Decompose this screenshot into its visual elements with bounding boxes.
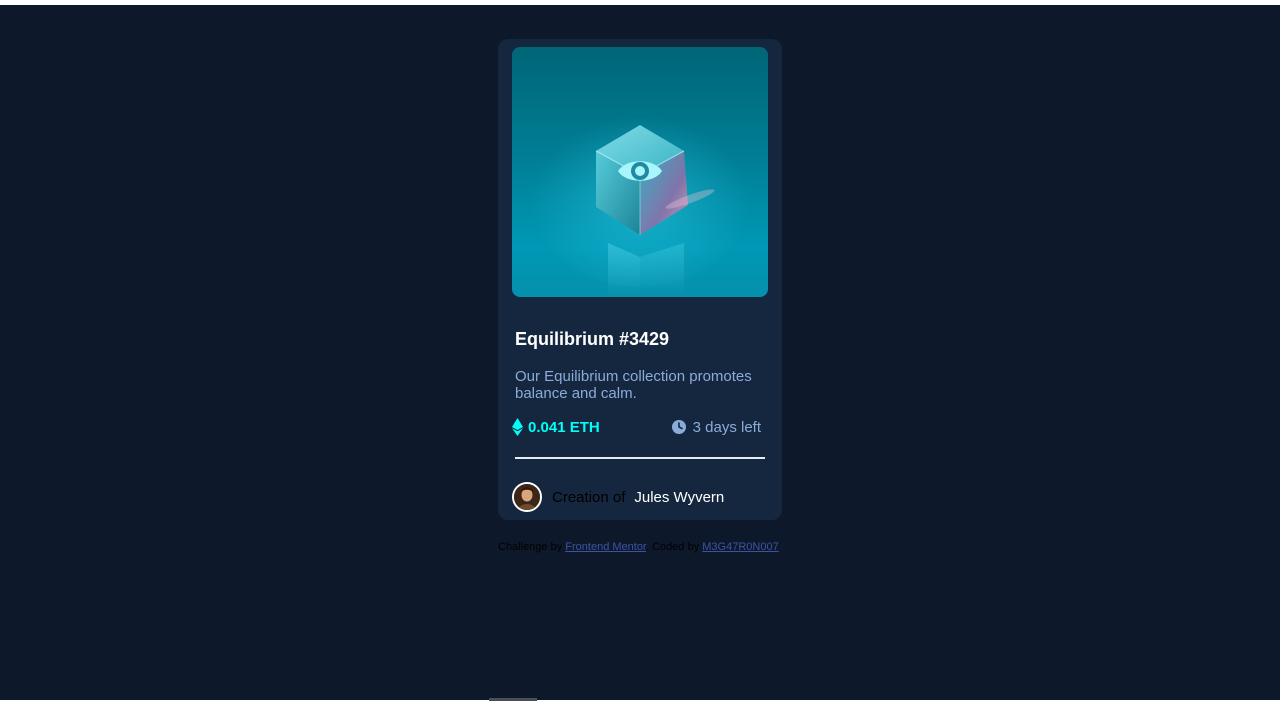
challenge-by-label: Challenge by	[498, 541, 563, 553]
avatar	[512, 482, 542, 512]
nft-title[interactable]: Equilibrium #3429	[515, 329, 669, 350]
creator-name[interactable]: Jules Wyvern	[634, 489, 724, 506]
price-value: 0.041 ETH	[528, 418, 600, 436]
price: 0.041 ETH	[512, 417, 600, 437]
eye-icon	[618, 161, 662, 181]
page-background: Equilibrium #3429 Our Equilibrium collec…	[0, 5, 1280, 700]
nft-card: Equilibrium #3429 Our Equilibrium collec…	[498, 39, 782, 520]
equilibrium-image[interactable]	[512, 47, 768, 297]
time-remaining: 3 days left	[671, 417, 761, 437]
coder-link[interactable]: M3G47R0N007	[702, 541, 778, 553]
nft-description: Our Equilibrium collection promotes bala…	[515, 368, 752, 402]
avatar-image	[514, 484, 540, 510]
creator-row: Creation of Jules Wyvern	[512, 482, 724, 512]
creation-of-label: Creation of	[552, 488, 626, 506]
coded-by-label: . Coded by	[646, 541, 700, 553]
ethereum-icon	[512, 418, 523, 436]
clock-icon	[671, 420, 686, 434]
attribution: Challenge by Frontend Mentor. Coded by M…	[498, 541, 779, 553]
divider	[515, 457, 765, 459]
frontend-mentor-link[interactable]: Frontend Mentor	[565, 541, 646, 553]
time-remaining-text: 3 days left	[692, 418, 761, 436]
